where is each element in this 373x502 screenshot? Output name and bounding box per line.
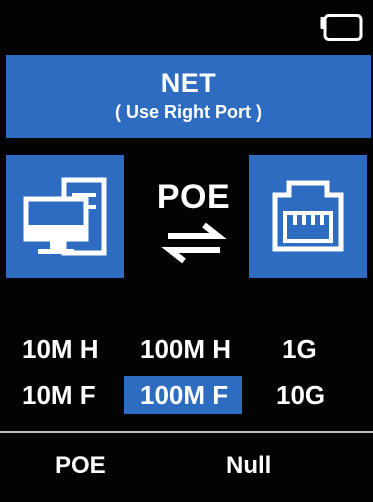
bidirectional-arrows-icon	[160, 221, 228, 270]
softkey-divider	[0, 431, 373, 433]
link-label: POE	[156, 178, 231, 216]
page-title: NET	[160, 68, 217, 98]
battery-icon	[319, 14, 363, 41]
speed-option-10m-full[interactable]: 10M F	[22, 380, 96, 410]
speed-option-100m-full-selected[interactable]: 100M F	[124, 376, 243, 414]
speed-option-100m-half[interactable]: 100M H	[140, 334, 231, 364]
ethernet-panel	[249, 155, 367, 278]
page-subtitle: ( Use Right Port )	[115, 102, 262, 122]
speed-option-10m-half[interactable]: 10M H	[22, 334, 99, 364]
softkey-poe[interactable]: POE	[55, 452, 106, 480]
speed-option-1g[interactable]: 1G	[282, 334, 317, 364]
ethernet-port-icon	[272, 180, 344, 252]
speed-option-10g[interactable]: 10G	[276, 380, 325, 410]
computer-icon	[23, 177, 107, 256]
computer-panel	[6, 155, 124, 278]
mode-header: NET ( Use Right Port )	[6, 55, 371, 138]
softkey-null[interactable]: Null	[226, 452, 271, 480]
